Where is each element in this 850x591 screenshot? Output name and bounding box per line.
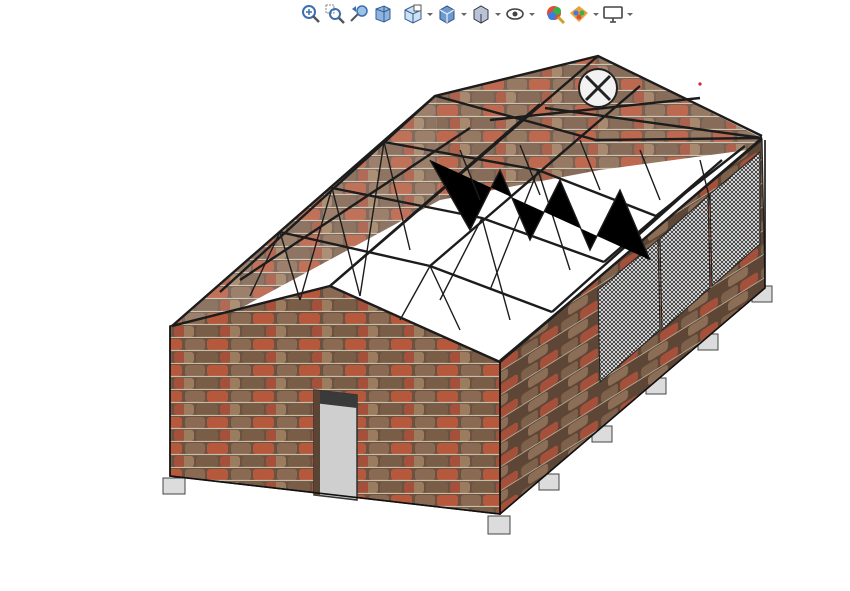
gable-vent [578, 68, 618, 108]
graphics-area[interactable] [0, 0, 850, 591]
origin-marker [698, 82, 702, 86]
building-model[interactable] [0, 0, 850, 591]
door-opening[interactable] [313, 389, 358, 501]
